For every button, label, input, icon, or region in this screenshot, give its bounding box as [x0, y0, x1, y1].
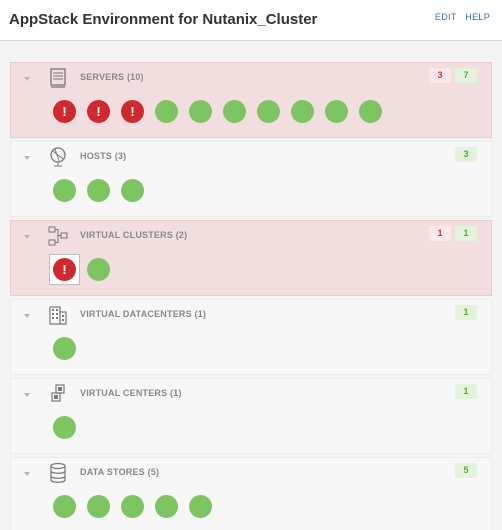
environment-panel: SERVERS (10) 3 7!!! HOSTS (3) 3 VIRTUAL CLUST… [0, 41, 502, 530]
ok-count-badge[interactable]: 1 [455, 226, 477, 241]
section-label: SERVERS (10) [80, 72, 144, 82]
database-icon [47, 462, 69, 484]
status-ok-dot[interactable] [121, 178, 144, 202]
status-items: !!! [53, 99, 382, 123]
ok-count-badge[interactable]: 1 [455, 384, 477, 399]
status-ok-dot[interactable] [53, 494, 76, 518]
server-icon [47, 67, 69, 89]
section-servers: SERVERS (10) 3 7!!! [10, 62, 492, 138]
status-ok-dot[interactable] [155, 99, 178, 123]
collapse-caret-icon[interactable] [24, 393, 30, 397]
count-badges: 1 [455, 384, 477, 399]
section-label: VIRTUAL CENTERS (1) [80, 388, 182, 398]
status-error-icon[interactable]: ! [121, 99, 144, 123]
collapse-caret-icon[interactable] [24, 156, 30, 160]
status-ok-dot[interactable] [155, 494, 178, 518]
ok-count-badge[interactable]: 7 [455, 68, 477, 83]
status-ok-dot[interactable] [121, 494, 144, 518]
ok-count-badge[interactable]: 5 [455, 463, 477, 478]
section-data-stores: DATA STORES (5) 5 [10, 457, 492, 530]
section-hosts: HOSTS (3) 3 [10, 141, 492, 217]
status-items [53, 178, 144, 202]
section-label: VIRTUAL DATACENTERS (1) [80, 309, 207, 319]
count-badges: 5 [455, 463, 477, 478]
status-ok-dot[interactable] [53, 415, 76, 439]
collapse-caret-icon[interactable] [24, 472, 30, 476]
ok-count-badge[interactable]: 3 [455, 147, 477, 162]
status-ok-dot[interactable] [325, 99, 348, 123]
section-label: DATA STORES (5) [80, 467, 160, 477]
ok-count-badge[interactable]: 1 [455, 305, 477, 320]
status-items [53, 415, 76, 439]
status-error-icon[interactable]: ! [53, 99, 76, 123]
page-header: AppStack Environment for Nutanix_Cluster… [0, 0, 502, 41]
count-badges: 37 [429, 68, 477, 83]
help-link[interactable]: HELP [465, 12, 490, 22]
status-ok-dot[interactable] [87, 178, 110, 202]
edit-link[interactable]: EDIT [435, 12, 457, 22]
status-ok-dot[interactable] [87, 494, 110, 518]
status-ok-dot[interactable] [53, 178, 76, 202]
section-virtual-datacenters: VIRTUAL DATACENTERS (1) 1 [10, 299, 492, 375]
status-ok-dot[interactable] [359, 99, 382, 123]
status-items [53, 336, 76, 360]
globe-icon [47, 146, 69, 168]
status-ok-dot[interactable] [223, 99, 246, 123]
status-error-icon[interactable]: ! [87, 99, 110, 123]
status-ok-dot[interactable] [257, 99, 280, 123]
collapse-caret-icon[interactable] [24, 77, 30, 81]
count-badges: 1 [455, 305, 477, 320]
page-title: AppStack Environment for Nutanix_Cluster [9, 11, 318, 28]
section-virtual-clusters: VIRTUAL CLUSTERS (2) 1 1! [10, 220, 492, 296]
error-count-badge[interactable]: 3 [429, 68, 451, 83]
count-badges: 3 [455, 147, 477, 162]
status-ok-dot[interactable] [87, 257, 110, 281]
status-ok-dot[interactable] [189, 494, 212, 518]
section-label: HOSTS (3) [80, 151, 127, 161]
section-virtual-centers: VIRTUAL CENTERS (1) 1 [10, 378, 492, 454]
status-items: ! [49, 253, 110, 285]
error-count-badge[interactable]: 1 [429, 226, 451, 241]
building-icon [47, 304, 69, 326]
cluster-icon [47, 225, 69, 247]
vcenter-icon [47, 383, 69, 405]
count-badges: 11 [429, 226, 477, 241]
selected-item-frame[interactable]: ! [49, 253, 80, 285]
header-links: EDIT HELP [429, 12, 490, 22]
collapse-caret-icon[interactable] [24, 314, 30, 318]
status-ok-dot[interactable] [189, 99, 212, 123]
section-label: VIRTUAL CLUSTERS (2) [80, 230, 188, 240]
status-ok-dot[interactable] [291, 99, 314, 123]
status-items [53, 494, 212, 518]
collapse-caret-icon[interactable] [24, 235, 30, 239]
status-ok-dot[interactable] [53, 336, 76, 360]
status-error-icon[interactable]: ! [53, 257, 76, 281]
